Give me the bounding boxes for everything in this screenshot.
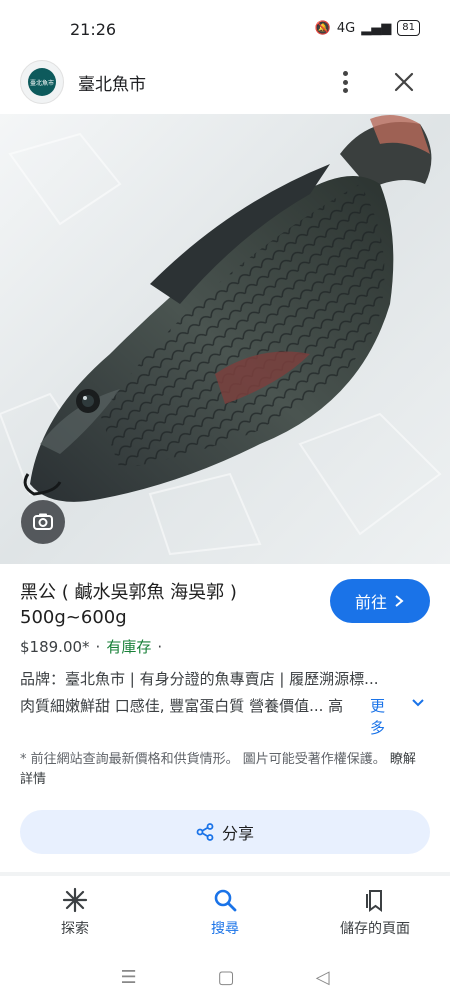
- close-icon[interactable]: [390, 68, 418, 96]
- lens-search-button[interactable]: [21, 500, 65, 544]
- home-icon[interactable]: ▢: [218, 967, 235, 988]
- separator: ·: [95, 637, 101, 656]
- signal-label: 4G: [336, 20, 356, 36]
- chevron-right-icon: [395, 595, 404, 607]
- nav-saved-pages[interactable]: 儲存的頁面: [300, 878, 450, 954]
- more-options-icon[interactable]: [334, 68, 356, 96]
- mute-icon: 🔕: [314, 20, 331, 36]
- price-row: $189.00* · 有庫存 ·: [20, 636, 162, 657]
- disclaimer: * 前往網站查詢最新價格和供貨情形。 圖片可能受著作權保護。 瞭解詳情: [20, 750, 420, 790]
- site-name: 臺北魚市: [78, 75, 146, 95]
- more-label: 更多: [370, 697, 386, 737]
- share-button[interactable]: 分享: [20, 810, 430, 854]
- status-time: 21:26: [70, 20, 117, 39]
- fish-image: [0, 114, 450, 564]
- divider: [0, 872, 450, 876]
- lens-icon: [33, 513, 53, 530]
- nav-search-label: 搜尋: [211, 921, 239, 937]
- status-icons: 🔕 4G ▂▄▆ 81: [315, 20, 420, 36]
- price: $189.00*: [20, 637, 90, 656]
- battery-icon: 81: [397, 20, 420, 36]
- stock-status: 有庫存: [106, 638, 152, 656]
- status-bar: 21:26 🔕 4G ▂▄▆ 81: [0, 0, 450, 58]
- site-logo-mark: 臺北魚市: [28, 68, 56, 96]
- chevron-down-icon: [412, 699, 424, 707]
- site-logo: 臺北魚市: [20, 60, 64, 104]
- nav-saved-pages-label: 儲存的頁面: [340, 921, 410, 937]
- disclaimer-text: * 前往網站查詢最新價格和供貨情形。 圖片可能受著作權保護。: [20, 752, 386, 767]
- product-title[interactable]: 黑公 ( 鹹水吳郭魚 海吳郭 ) 500g~600g: [20, 580, 320, 630]
- nav-search[interactable]: 搜尋: [150, 878, 300, 954]
- signal-icon: ▂▄▆: [361, 20, 392, 36]
- recents-icon[interactable]: ☰: [121, 967, 137, 988]
- explore-icon: [62, 887, 88, 913]
- nav-explore-label: 探索: [61, 921, 89, 937]
- share-label: 分享: [221, 824, 254, 843]
- saved-pages-icon: [366, 890, 382, 912]
- search-icon: [214, 889, 237, 912]
- share-icon: [196, 823, 214, 841]
- bottom-nav: 探索 搜尋 儲存的頁面: [0, 878, 450, 954]
- description-line-2: 肉質細嫩鮮甜 口感佳, 豐富蛋白質 營養價值... 高: [20, 697, 344, 715]
- app-header: 臺北魚市 臺北魚市: [0, 58, 450, 114]
- go-to-site-button[interactable]: 前往: [330, 579, 430, 623]
- back-icon[interactable]: ◁: [316, 967, 330, 988]
- nav-explore[interactable]: 探索: [0, 878, 150, 954]
- system-nav: ☰ ▢ ◁: [0, 954, 450, 1000]
- product-image[interactable]: [0, 114, 450, 564]
- separator-2: ·: [157, 637, 163, 656]
- more-button[interactable]: 更多: [370, 695, 430, 739]
- description-line-1: 品牌：臺北魚市 | 有身分證的魚專賣店 | 履歷溯源標...: [20, 670, 379, 688]
- go-to-site-label: 前往: [354, 593, 387, 612]
